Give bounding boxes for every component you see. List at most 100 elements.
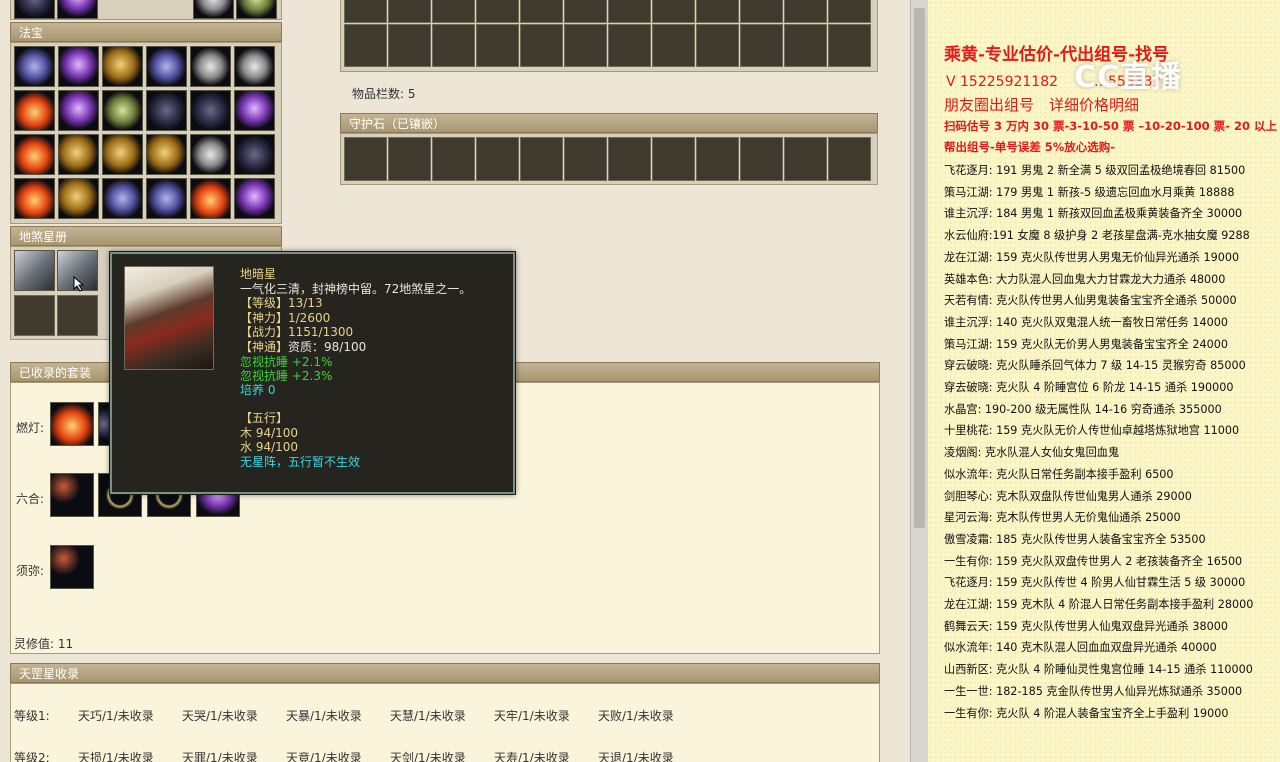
set-item[interactable]	[98, 402, 110, 446]
game-window: 法宝 地煞星册 物品栏数: 5 守护石（已镶嵌） 已收录的套装 燃灯: 六合: …	[0, 0, 910, 762]
price-listing: 似水流年: 克火队日常任务副本接手盈利 6500	[944, 467, 1174, 481]
tiangang-entry[interactable]: 天败/1/未收录	[598, 707, 674, 724]
tiangang-entry[interactable]: 天哭/1/未收录	[182, 707, 258, 724]
storage-slot[interactable]	[740, 24, 783, 67]
storage-slot[interactable]	[696, 0, 739, 23]
fabao-item-slot[interactable]	[14, 178, 55, 219]
tiangang-entry[interactable]: 天损/1/未收录	[78, 749, 154, 762]
fabao-item-slot[interactable]	[190, 134, 231, 175]
empty-slot[interactable]	[14, 295, 55, 336]
star-card-slot[interactable]	[14, 250, 55, 291]
vertical-scrollbar[interactable]	[910, 0, 928, 762]
fabao-item-slot[interactable]	[190, 46, 231, 87]
guardian-slot[interactable]	[388, 137, 431, 181]
fabao-item-slot[interactable]	[146, 178, 187, 219]
tiangang-entry[interactable]: 天牢/1/未收录	[494, 707, 570, 724]
storage-slot[interactable]	[388, 0, 431, 23]
storage-slot[interactable]	[740, 0, 783, 23]
guardian-slot[interactable]	[564, 137, 607, 181]
fabao-item-slot[interactable]	[146, 46, 187, 87]
cursor-icon	[73, 276, 85, 292]
price-listing: 十里桃花: 159 克火队无价人传世仙卓越塔炼狱地宫 11000	[944, 424, 1240, 438]
storage-slot[interactable]	[344, 0, 387, 23]
storage-slot[interactable]	[476, 24, 519, 67]
guardian-slot[interactable]	[652, 137, 695, 181]
fabao-item-slot[interactable]	[58, 178, 99, 219]
tiangang-entry[interactable]: 天暴/1/未收录	[286, 707, 362, 724]
guardian-slot[interactable]	[784, 137, 827, 181]
fabao-item-slot[interactable]	[102, 178, 143, 219]
tiangang-entry[interactable]: 天罪/1/未收录	[182, 749, 258, 762]
price-listing: 凌烟阁: 克水队混人女仙女鬼回血鬼	[944, 446, 1120, 460]
storage-slot[interactable]	[828, 24, 871, 67]
storage-slot[interactable]	[432, 0, 475, 23]
storage-slot[interactable]	[652, 0, 695, 23]
price-listing: 似水流年: 140 克木队混人回血血双盘异光通杀 40000	[944, 641, 1217, 655]
scroll-thumb[interactable]	[914, 8, 925, 528]
fabao-item-slot[interactable]	[234, 90, 275, 131]
guardian-slot[interactable]	[740, 137, 783, 181]
fabao-item-slot[interactable]	[102, 90, 143, 131]
guardian-slot[interactable]	[520, 137, 563, 181]
item-slot[interactable]	[57, 0, 98, 19]
storage-slot[interactable]	[520, 24, 563, 67]
storage-slot[interactable]	[564, 0, 607, 23]
star-portrait	[124, 266, 214, 370]
set-item[interactable]	[50, 545, 94, 589]
storage-slot[interactable]	[696, 24, 739, 67]
fabao-item-slot[interactable]	[14, 134, 55, 175]
guardian-slot[interactable]	[476, 137, 519, 181]
guardian-slot[interactable]	[696, 137, 739, 181]
fabao-item-slot[interactable]	[58, 90, 99, 131]
guardian-slot[interactable]	[432, 137, 475, 181]
fabao-item-slot[interactable]	[14, 46, 55, 87]
fabao-item-slot[interactable]	[234, 134, 275, 175]
fabao-item-slot[interactable]	[102, 46, 143, 87]
fabao-item-slot[interactable]	[102, 134, 143, 175]
guardian-slot[interactable]	[608, 137, 651, 181]
empty-slot[interactable]	[57, 295, 98, 336]
storage-slot[interactable]	[784, 24, 827, 67]
storage-slot[interactable]	[344, 24, 387, 67]
tiangang-entry[interactable]: 天退/1/未收录	[598, 749, 674, 762]
fabao-title: 法宝	[19, 26, 44, 40]
fabao-item-slot[interactable]	[190, 178, 231, 219]
fabao-item-slot[interactable]	[234, 178, 275, 219]
item-slot[interactable]	[193, 0, 234, 19]
set-item[interactable]	[50, 473, 94, 517]
guardian-slot[interactable]	[344, 137, 387, 181]
tiangang-entry[interactable]: 天巧/1/未收录	[78, 707, 154, 724]
storage-slot[interactable]	[564, 24, 607, 67]
tiangang-entry[interactable]: 天竟/1/未收录	[286, 749, 362, 762]
storage-slot[interactable]	[432, 24, 475, 67]
contact-number: V 15225921182	[946, 74, 1059, 90]
item-slot[interactable]	[236, 0, 277, 19]
storage-slot[interactable]	[520, 0, 563, 23]
fabao-item-slot[interactable]	[234, 46, 275, 87]
fabao-item-slot[interactable]	[190, 90, 231, 131]
storage-slot[interactable]	[828, 0, 871, 23]
tiangang-entry[interactable]: 天寿/1/未收录	[494, 749, 570, 762]
price-listing: 水云仙府:191 女魔 8 级护身 2 老孩星盘满-克水抽女魔 9288	[944, 229, 1250, 243]
fabao-item-slot[interactable]	[14, 90, 55, 131]
storage-slot[interactable]	[608, 0, 651, 23]
price-listing: 龙在江湖: 159 克火队传世男人男鬼无价仙异光通杀 19000	[944, 250, 1240, 264]
price-listing: 飞花逐月: 191 男鬼 2 新全满 5 级双回孟极绝境春回 81500	[944, 164, 1246, 177]
storage-slot[interactable]	[784, 0, 827, 23]
storage-slot[interactable]	[652, 24, 695, 67]
storage-slot[interactable]	[388, 24, 431, 67]
stream-watermark: CC直播	[1074, 60, 1183, 95]
storage-slot[interactable]	[608, 24, 651, 67]
fabao-item-slot[interactable]	[58, 134, 99, 175]
fabao-item-slot[interactable]	[146, 90, 187, 131]
item-slots-label: 物品栏数: 5	[352, 87, 416, 101]
fabao-item-slot[interactable]	[146, 134, 187, 175]
item-slot[interactable]	[14, 0, 55, 19]
set-item[interactable]	[50, 402, 94, 446]
tiangang-entry[interactable]: 天剑/1/未收录	[390, 749, 466, 762]
star-tooltip: 地暗星 一气化三清，封神榜中留。72地煞星之一。 【等级】13/13 【神力】1…	[110, 252, 515, 494]
fabao-item-slot[interactable]	[58, 46, 99, 87]
guardian-slot[interactable]	[828, 137, 871, 181]
tiangang-entry[interactable]: 天慧/1/未收录	[390, 707, 466, 724]
storage-slot[interactable]	[476, 0, 519, 23]
